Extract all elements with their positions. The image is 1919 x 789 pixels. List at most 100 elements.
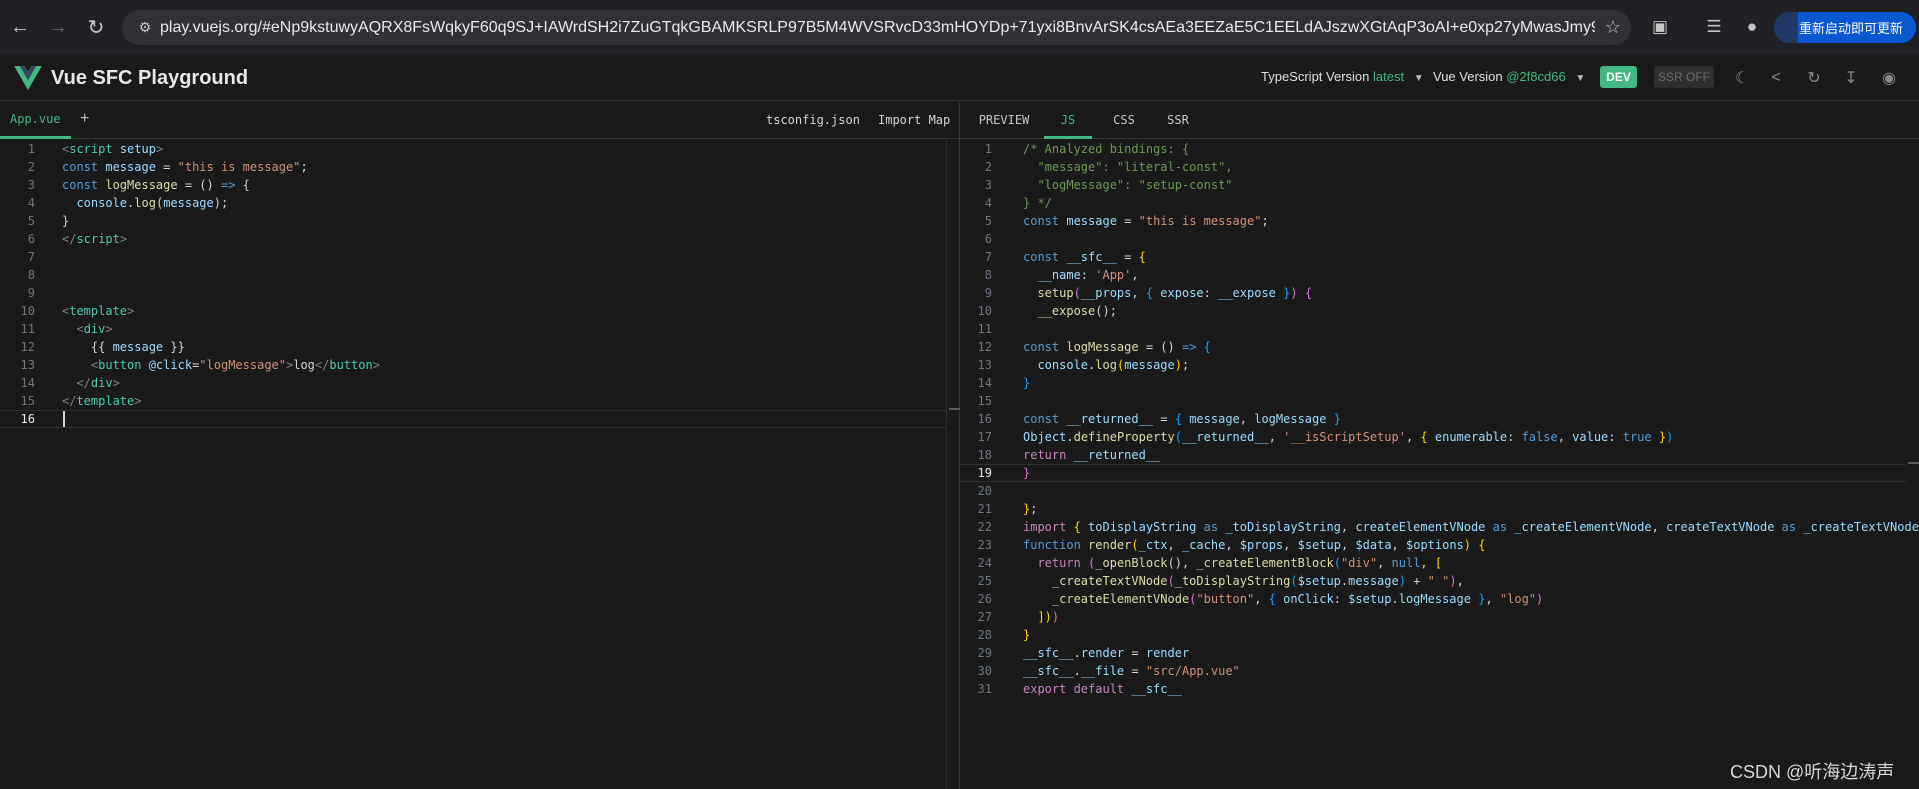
update-restart-button[interactable]: 重新启动即可更新 (1774, 12, 1916, 43)
tab-preview[interactable]: PREVIEW (976, 102, 1032, 139)
source-editor[interactable]: 1 <script setup> 2 const message = "this is… (0, 140, 959, 789)
extensions-icon[interactable]: ▣ (1645, 12, 1675, 42)
watermark: CSDN @听海边涛声 (1730, 762, 1895, 782)
line-number: 29 (977, 646, 992, 660)
tab-ssr[interactable]: SSR (1156, 102, 1200, 139)
output-line[interactable]: 3 "logMessage": "setup-const" (960, 176, 1906, 194)
share-icon[interactable]: < (1765, 67, 1787, 89)
line-text: <button @click="logMessage">log</button> (62, 358, 380, 372)
line-number: 8 (984, 268, 992, 282)
editor-line[interactable]: 13 <button @click="logMessage">log</butt… (0, 356, 946, 374)
output-line[interactable]: 8 __name: 'App', (960, 266, 1906, 284)
output-line[interactable]: 23 function render(_ctx, _cache, $props, … (960, 536, 1906, 554)
import-map-link[interactable]: Import Map (878, 113, 950, 127)
output-line[interactable]: 31 export default __sfc__ (960, 680, 1906, 698)
output-line[interactable]: 29 __sfc__.render = render (960, 644, 1906, 662)
line-number: 6 (984, 232, 992, 246)
line-number: 5 (984, 214, 992, 228)
output-line[interactable]: 28} (960, 626, 1906, 644)
editor-line[interactable]: 6 </script> (0, 230, 946, 248)
output-line[interactable]: 12 const logMessage = () => { (960, 338, 1906, 356)
output-line[interactable]: 16 const __returned__ = { message, logMes… (960, 410, 1906, 428)
output-line[interactable]: 10 __expose(); (960, 302, 1906, 320)
output-line[interactable]: 7 const __sfc__ = { (960, 248, 1906, 266)
output-line[interactable]: 11 (960, 320, 1906, 338)
forward-icon[interactable]: → (40, 10, 76, 46)
typescript-version-select[interactable]: TypeScript Version latest ▼ (1261, 69, 1424, 84)
output-line[interactable]: 2 "message": "literal-const", (960, 158, 1906, 176)
profile-avatar-icon[interactable]: ● (1737, 12, 1767, 42)
output-line[interactable]: 17 Object.defineProperty(__returned__, '_… (960, 428, 1906, 446)
ssr-toggle[interactable]: SSR OFF (1654, 66, 1714, 88)
output-line[interactable]: 9 setup(__props, { expose: __expose }) { (960, 284, 1906, 302)
line-number: 16 (977, 412, 992, 426)
output-line[interactable]: 20 (960, 482, 1906, 500)
editor-line[interactable]: 12 {{ message }} (0, 338, 946, 356)
line-number: 11 (20, 322, 35, 336)
output-line[interactable]: 5 const message = "this is message"; (960, 212, 1906, 230)
output-line[interactable]: 15 (960, 392, 1906, 410)
add-file-button[interactable]: + (80, 110, 89, 128)
editor-line[interactable]: 7 (0, 248, 946, 266)
line-number: 15 (977, 394, 992, 408)
output-code-area[interactable]: 1 /* Analyzed bindings: {2 "message": "li… (960, 140, 1919, 698)
editor-line[interactable]: 10 <template> (0, 302, 946, 320)
reset-icon[interactable]: ↻ (1803, 67, 1825, 89)
output-line[interactable]: 14} (960, 374, 1906, 392)
output-line[interactable]: 21}; (960, 500, 1906, 518)
bookmark-star-icon[interactable]: ☆ (1595, 17, 1631, 38)
output-line[interactable]: 19} (960, 464, 1906, 482)
output-tab-bar: PREVIEW JS CSS SSR (960, 102, 1919, 139)
output-line[interactable]: 24 return (_openBlock(), _createElementB… (960, 554, 1906, 572)
output-line[interactable]: 4} */ (960, 194, 1906, 212)
line-number: 10 (20, 304, 35, 318)
media-control-icon[interactable]: ☰ (1699, 12, 1729, 42)
output-line[interactable]: 22 import { toDisplayString as _toDisplay… (960, 518, 1919, 536)
address-bar[interactable]: ⚙ play.vuejs.org/#eNp9kstuwyAQRX8FsWqkyF… (122, 10, 1631, 45)
back-icon[interactable]: ← (2, 10, 38, 46)
download-icon[interactable]: ↧ (1840, 67, 1862, 89)
editor-line[interactable]: 5} (0, 212, 946, 230)
output-line[interactable]: 25 _createTextVNode(_toDisplayString($se… (960, 572, 1906, 590)
output-line[interactable]: 6 (960, 230, 1906, 248)
editor-scrollbar[interactable] (946, 140, 960, 789)
editor-line[interactable]: 15 </template> (0, 392, 946, 410)
editor-line[interactable]: 1 <script setup> (0, 140, 946, 158)
line-number: 7 (27, 250, 35, 264)
editor-line[interactable]: 8 (0, 266, 946, 284)
output-line[interactable]: 13 console.log(message); (960, 356, 1906, 374)
output-scrollbar[interactable] (1906, 140, 1919, 789)
tsconfig-link[interactable]: tsconfig.json (766, 113, 860, 127)
output-line[interactable]: 30 __sfc__.__file = "src/App.vue" (960, 662, 1906, 680)
tab-css[interactable]: CSS (1102, 102, 1146, 139)
output-line[interactable]: 18 return __returned__ (960, 446, 1906, 464)
output-line[interactable]: 27 ])) (960, 608, 1906, 626)
output-line[interactable]: 1 /* Analyzed bindings: { (960, 140, 1906, 158)
editor-line[interactable]: 14 </div> (0, 374, 946, 392)
line-text: __sfc__.render = render (1023, 646, 1190, 660)
editor-line[interactable]: 16 (0, 410, 946, 428)
line-text: const logMessage = () => { (62, 178, 250, 192)
editor-line[interactable]: 3 const logMessage = () => { (0, 176, 946, 194)
reload-icon[interactable]: ↻ (78, 10, 114, 46)
editor-line[interactable]: 9 (0, 284, 946, 302)
vue-version-select[interactable]: Vue Version @2f8cd66 ▼ (1433, 69, 1585, 84)
output-line[interactable]: 26 _createElementVNode("button", { onCli… (960, 590, 1906, 608)
dark-mode-moon-icon[interactable]: ☾ (1731, 67, 1753, 89)
line-number: 3 (984, 178, 992, 192)
current-line-highlight (0, 410, 946, 428)
editor-line[interactable]: 11 <div> (0, 320, 946, 338)
tab-js[interactable]: JS (1044, 102, 1092, 139)
github-icon[interactable]: ◉ (1878, 67, 1900, 89)
editor-line[interactable]: 4 console.log(message); (0, 194, 946, 212)
line-text: return (_openBlock(), _createElementBloc… (1023, 556, 1443, 570)
dev-toggle[interactable]: DEV (1600, 66, 1637, 88)
site-info-icon[interactable]: ⚙ (130, 19, 160, 36)
editor-line[interactable]: 2 const message = "this is message"; (0, 158, 946, 176)
editor-code-area[interactable]: 1 <script setup> 2 const message = "this is… (0, 140, 946, 428)
line-number: 2 (984, 160, 992, 174)
line-text: return __returned__ (1023, 448, 1161, 462)
file-tab-app-vue[interactable]: App.vue (0, 102, 71, 139)
compiled-output[interactable]: 1 /* Analyzed bindings: {2 "message": "li… (960, 140, 1919, 789)
url-text[interactable]: play.vuejs.org/#eNp9kstuwyAQRX8FsWqkyF60… (160, 19, 1595, 37)
